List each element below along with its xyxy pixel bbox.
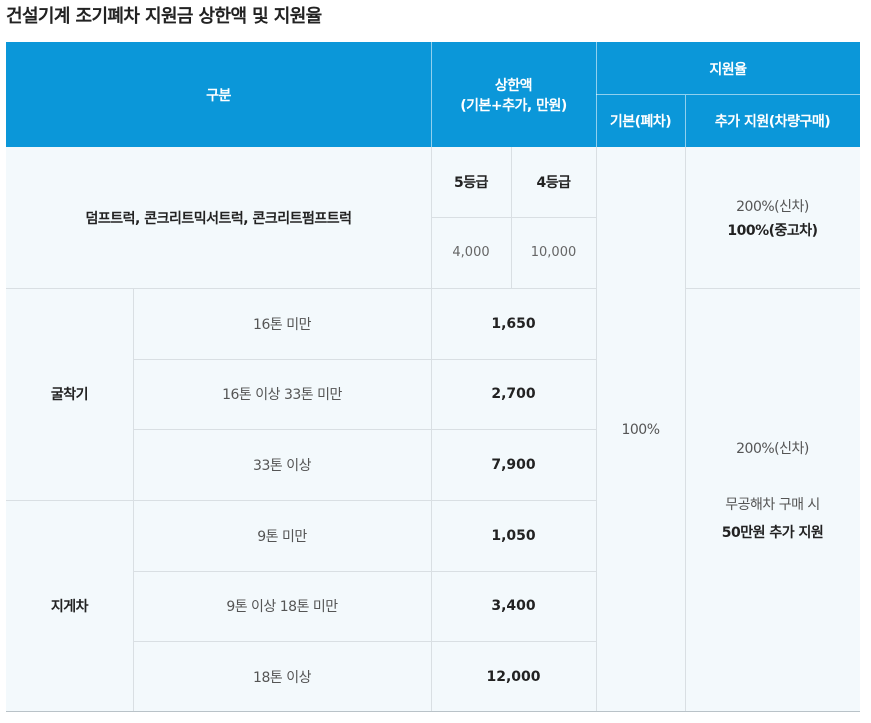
header-divider — [431, 42, 432, 147]
header-base-rate: 기본(폐차) — [596, 95, 685, 147]
header-base-rate-label: 기본(폐차) — [609, 114, 672, 130]
header-rate: 지원율 — [596, 42, 860, 95]
grade4-header: 4등급 — [511, 147, 596, 217]
header-limit: 상한액 (기본+추가, 만원) — [431, 42, 596, 147]
table-row-limit: 12,000 — [431, 641, 596, 712]
forklift-size-2: 9톤 이상 18톤 미만 — [226, 599, 338, 615]
table-row-size: 18톤 이상 — [133, 641, 431, 712]
excavator-limit-3: 7,900 — [491, 456, 536, 473]
forklift-label: 지게차 — [6, 500, 133, 712]
header-extra-rate: 추가 지원(차량구매) — [685, 95, 860, 147]
forklift-size-3: 18톤 이상 — [253, 669, 311, 686]
excavator-size-3: 33톤 이상 — [253, 457, 311, 474]
grade5-header: 5등급 — [431, 147, 511, 217]
base-rate-value: 100% — [596, 147, 685, 712]
table-row-size: 16톤 이상 33톤 미만 — [133, 359, 431, 429]
other-extra-bonus: 50만원 추가 지원 — [721, 525, 824, 541]
page-title: 건설기계 조기폐차 지원금 상한액 및 지원율 — [6, 6, 322, 27]
grade5-label: 5등급 — [453, 175, 489, 191]
other-extra-zero-emission: 무공해차 구매 시 — [725, 497, 820, 513]
grade4-value-text: 10,000 — [530, 245, 577, 260]
forklift-size-1: 9톤 미만 — [257, 528, 307, 545]
grade5-value: 4,000 — [431, 217, 511, 288]
forklift-limit-1: 1,050 — [491, 527, 536, 544]
forklift-limit-3: 12,000 — [486, 668, 541, 685]
grade5-value-text: 4,000 — [452, 245, 490, 260]
excavator-label: 굴착기 — [6, 288, 133, 500]
table-row-size: 16톤 미만 — [133, 288, 431, 359]
table-row-size: 33톤 이상 — [133, 429, 431, 500]
table-row-limit: 7,900 — [431, 429, 596, 500]
dump-truck-label: 덤프트럭, 콘크리트믹서트럭, 콘크리트펌프트럭 — [6, 147, 431, 288]
header-extra-rate-label: 추가 지원(차량구매) — [714, 114, 831, 130]
base-rate-value-text: 100% — [621, 421, 660, 438]
header-divider — [685, 95, 686, 147]
excavator-size-1: 16톤 미만 — [253, 316, 311, 333]
excavator-size-2: 16톤 이상 33톤 미만 — [222, 387, 342, 403]
other-extra-rate: 200%(신차) 무공해차 구매 시 50만원 추가 지원 — [685, 288, 860, 712]
dump-extra-new: 200%(신차) — [736, 198, 809, 215]
table-row-limit: 3,400 — [431, 571, 596, 641]
other-extra-new: 200%(신차) — [736, 441, 809, 457]
table-row-limit: 1,050 — [431, 500, 596, 571]
dump-truck-label-text: 덤프트럭, 콘크리트믹서트럭, 콘크리트펌프트럭 — [85, 210, 352, 227]
header-divider — [596, 94, 860, 95]
subsidy-table: 구분 상한액 (기본+추가, 만원) 지원율 기본(폐차) 추가 지원(차량구매… — [6, 42, 860, 712]
table-row-size: 9톤 미만 — [133, 500, 431, 571]
grade4-label: 4등급 — [536, 175, 571, 191]
excavator-limit-2: 2,700 — [491, 386, 536, 402]
forklift-label-text: 지게차 — [50, 599, 89, 615]
header-category: 구분 — [6, 42, 431, 147]
dump-extra-rate: 200%(신차) 100%(중고차) — [685, 147, 860, 288]
table-row-size: 9톤 이상 18톤 미만 — [133, 571, 431, 641]
header-category-label: 구분 — [206, 87, 231, 104]
header-rate-label: 지원율 — [709, 61, 747, 78]
forklift-limit-2: 3,400 — [491, 598, 536, 614]
table-row-limit: 2,700 — [431, 359, 596, 429]
grade4-value: 10,000 — [511, 217, 596, 288]
header-limit-line1: 상한액 — [494, 77, 533, 94]
dump-extra-used: 100%(중고차) — [727, 222, 818, 239]
header-limit-line2: (기본+추가, 만원) — [460, 97, 567, 114]
table-row-limit: 1,650 — [431, 288, 596, 359]
excavator-label-text: 굴착기 — [50, 387, 89, 403]
excavator-limit-1: 1,650 — [491, 315, 536, 332]
